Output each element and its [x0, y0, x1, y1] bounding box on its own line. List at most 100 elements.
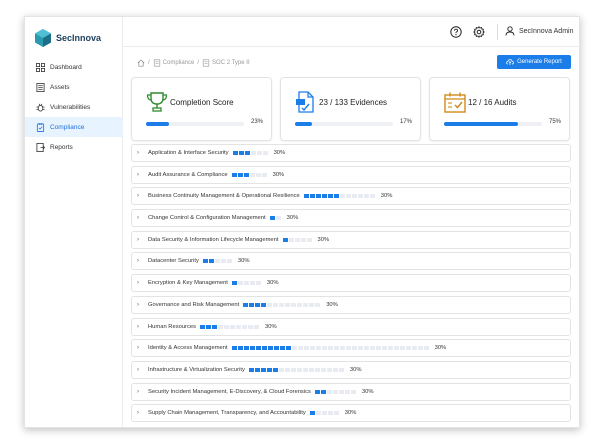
progress-segment-empty [339, 346, 345, 351]
help-icon[interactable] [450, 26, 462, 38]
progress-segment-empty [275, 216, 281, 221]
progress-segment-empty [255, 281, 261, 286]
category-row[interactable]: › Supply Chain Management, Transparency, … [131, 404, 571, 423]
progress-segment-filled [282, 237, 288, 242]
category-row[interactable]: › Data Security & Information Lifecycle M… [131, 230, 571, 249]
progress-segment-empty [291, 302, 297, 307]
progress-segment-empty [338, 389, 344, 394]
progress-segment-empty [224, 324, 230, 329]
progress-segment-empty [278, 367, 284, 372]
topbar-divider [497, 24, 498, 40]
main-content: / Compliance / SOC 2 Type II Generate Re… [123, 47, 579, 427]
progress-segment-empty [315, 411, 321, 416]
user-menu[interactable]: SecInnova Admin [505, 26, 573, 36]
category-row[interactable]: › Human Resources 30% [131, 317, 571, 336]
progress-segment-empty [249, 281, 255, 286]
progress-segment-filled [238, 151, 244, 155]
progress-segment-empty [220, 259, 226, 264]
progress-segment-filled [237, 172, 243, 177]
progress-segment-filled [255, 302, 261, 307]
progress-segment-filled [321, 194, 327, 199]
progress-segment-empty [236, 324, 242, 329]
chevron-right-icon: › [137, 258, 139, 265]
progress-segment-filled [273, 346, 279, 351]
grid-icon [36, 62, 45, 72]
user-name: SecInnova Admin [519, 27, 574, 35]
summary-cards: Completion Score 23% 23 / 133 Evidences … [131, 77, 571, 141]
hexagon-logo-icon [35, 29, 51, 47]
progress-segment-empty [369, 194, 375, 199]
progress-segment-empty [393, 346, 399, 351]
progress-segment-empty [309, 346, 315, 351]
progress-segment-empty [369, 346, 375, 351]
category-percent: 30% [344, 410, 357, 417]
category-row[interactable]: › Governance and Risk Management 30% [131, 295, 571, 314]
progress-segment-empty [327, 346, 333, 351]
progress-segment-empty [363, 346, 369, 351]
home-icon[interactable] [137, 59, 145, 67]
category-row[interactable]: › Infrastructure & Virtualization Securit… [131, 360, 571, 379]
sidebar-item-vulnerabilities[interactable]: Vulnerabilities [25, 97, 123, 117]
category-row[interactable]: › Change Control & Configuration Manageme… [131, 209, 571, 228]
document-check-icon [296, 91, 314, 113]
category-percent: 30% [286, 215, 299, 222]
top-bar: SecInnova Admin [123, 17, 579, 47]
category-row[interactable]: › Encryption & Key Management 30% [131, 274, 571, 293]
progress-segment-filled [327, 194, 333, 199]
generate-report-button[interactable]: Generate Report [497, 55, 571, 69]
progress-segment-empty [327, 411, 333, 416]
progress-segment-filled [212, 324, 218, 329]
brand-logo[interactable]: SecInnova [33, 27, 101, 49]
gear-icon[interactable] [473, 26, 485, 38]
category-percent: 30% [349, 366, 362, 373]
progress-segment-filled [249, 346, 255, 351]
progress-segment-filled [279, 346, 285, 351]
progress-segment-empty [332, 389, 338, 394]
progress-segment-empty [344, 389, 350, 394]
category-row[interactable]: › Security Incident Management, E-Discove… [131, 382, 571, 401]
progress-fill [444, 122, 518, 126]
category-name: Datacenter Security [148, 258, 199, 265]
app-window: SecInnova Dashboard Assets Vulnerabiliti… [24, 16, 580, 428]
card-title: 12 / 16 Audits [468, 98, 517, 107]
progress-segment-empty [333, 346, 339, 351]
chevron-right-icon: › [137, 150, 139, 156]
sidebar-item-assets[interactable]: Assets [25, 77, 123, 97]
category-row[interactable]: › Identity & Access Management 30% [131, 339, 571, 358]
breadcrumb-item-compliance[interactable]: Compliance [163, 60, 195, 66]
sidebar-item-dashboard[interactable]: Dashboard [25, 57, 123, 77]
segmented-progress-bar [202, 259, 232, 264]
progress-segment-empty [296, 367, 302, 372]
segmented-progress-bar [231, 281, 261, 286]
category-percent: 30% [317, 236, 330, 243]
category-row[interactable]: › Business Continuity Management & Operat… [131, 187, 571, 206]
progress-segment-empty [302, 367, 308, 372]
progress-segment-empty [399, 346, 405, 351]
progress-segment-empty [314, 367, 320, 372]
chevron-right-icon: › [137, 236, 139, 243]
progress-segment-filled [208, 259, 214, 264]
category-row[interactable]: › Audit Assurance & Compliance 30% [131, 165, 571, 184]
progress-segment-filled [261, 302, 267, 307]
breadcrumb-item-soc2: SOC 2 Type II [212, 60, 250, 66]
progress-segment-empty [242, 324, 248, 329]
category-row[interactable]: › Application & Interface Security 30% [131, 144, 571, 162]
category-percent: 30% [265, 323, 277, 330]
progress-segment-empty [350, 389, 356, 394]
progress-fill [295, 122, 312, 126]
category-name: Business Continuity Management & Operati… [148, 193, 300, 200]
trophy-icon [146, 92, 168, 112]
sidebar-item-reports[interactable]: Reports [25, 137, 123, 157]
progress-segment-empty [345, 194, 351, 199]
card-percent: 75% [548, 119, 561, 125]
sidebar-item-label: Compliance [50, 123, 85, 131]
progress-segment-empty [267, 302, 273, 307]
document-icon [153, 59, 160, 67]
clipboard-icon [36, 122, 45, 132]
category-row[interactable]: › Datacenter Security 30% [131, 252, 571, 271]
category-percent: 30% [434, 345, 447, 352]
progress-segment-empty [339, 194, 345, 199]
audits-card: 12 / 16 Audits 75% [429, 77, 570, 141]
progress-segment-filled [315, 194, 321, 199]
sidebar-item-compliance[interactable]: Compliance [25, 117, 123, 137]
